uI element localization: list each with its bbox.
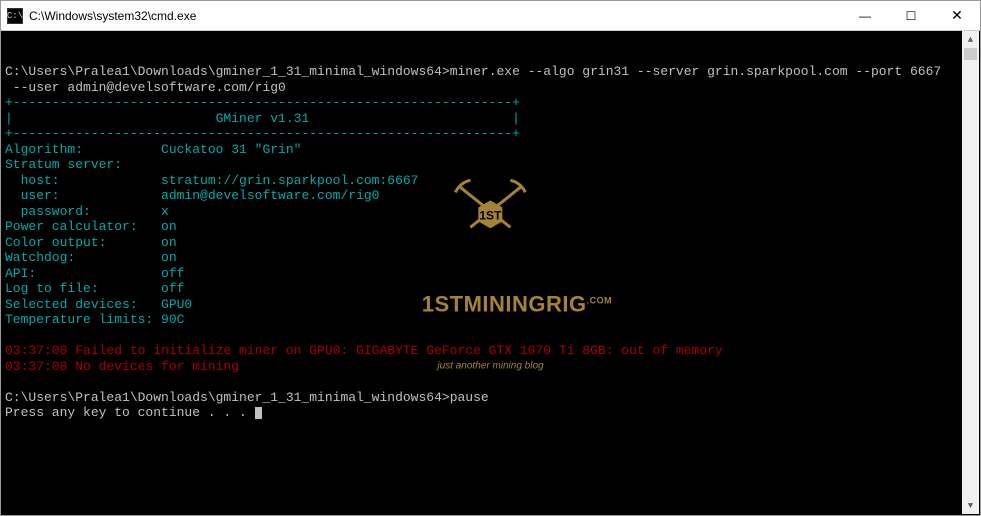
press-any-key: Press any key to continue . . . [5,405,262,420]
maximize-button[interactable]: ☐ [888,1,934,30]
info-devices: Selected devices: GPU0 [5,297,192,312]
prompt-line-1: C:\Users\Pralea1\Downloads\gminer_1_31_m… [5,64,941,79]
blank-line [5,49,13,64]
info-stratum: Stratum server: [5,157,122,172]
info-password: password: x [5,204,169,219]
info-api: API: off [5,266,184,281]
watermark-title: 1STMININGRIG.COM [369,277,612,327]
error-line-1: 03:37:08 Failed to initialize miner on G… [5,343,723,358]
scroll-down-arrow-icon[interactable]: ▼ [962,497,979,514]
info-algorithm: Algorithm: Cuckatoo 31 "Grin" [5,142,301,157]
info-user: user: admin@develsoftware.com/rig0 [5,188,379,203]
cmd-icon: C:\ [7,8,23,24]
info-host: host: stratum://grin.sparkpool.com:6667 [5,173,418,188]
box-top: +---------------------------------------… [5,95,520,110]
watermark-subtitle: just another mining blog [369,358,612,374]
pickaxe-icon: 1ST [451,172,531,242]
window-title: C:\Windows\system32\cmd.exe [29,9,842,23]
spacer [5,328,13,343]
info-color: Color output: on [5,235,177,250]
info-log: Log to file: off [5,281,184,296]
terminal-output[interactable]: C:\Users\Pralea1\Downloads\gminer_1_31_m… [1,31,980,515]
window-controls: — ☐ ✕ [842,1,980,30]
info-power: Power calculator: on [5,219,177,234]
titlebar[interactable]: C:\ C:\Windows\system32\cmd.exe — ☐ ✕ [1,1,980,31]
cursor [255,407,262,419]
scroll-thumb[interactable] [964,48,977,60]
spacer [5,374,13,389]
info-temp: Temperature limits: 90C [5,312,184,327]
box-title: | GMiner v1.31 | [5,111,520,126]
prompt-line-2: --user admin@develsoftware.com/rig0 [5,80,286,95]
scroll-up-arrow-icon[interactable]: ▲ [962,31,979,48]
svg-text:1ST: 1ST [479,208,502,222]
box-bottom: +---------------------------------------… [5,126,520,141]
error-line-2: 03:37:08 No devices for mining [5,359,239,374]
minimize-button[interactable]: — [842,1,888,30]
cmd-window: C:\ C:\Windows\system32\cmd.exe — ☐ ✕ C:… [0,0,981,516]
pause-prompt: C:\Users\Pralea1\Downloads\gminer_1_31_m… [5,390,489,405]
vertical-scrollbar[interactable]: ▲ ▼ [962,31,979,514]
close-button[interactable]: ✕ [934,1,980,30]
info-watchdog: Watchdog: on [5,250,177,265]
